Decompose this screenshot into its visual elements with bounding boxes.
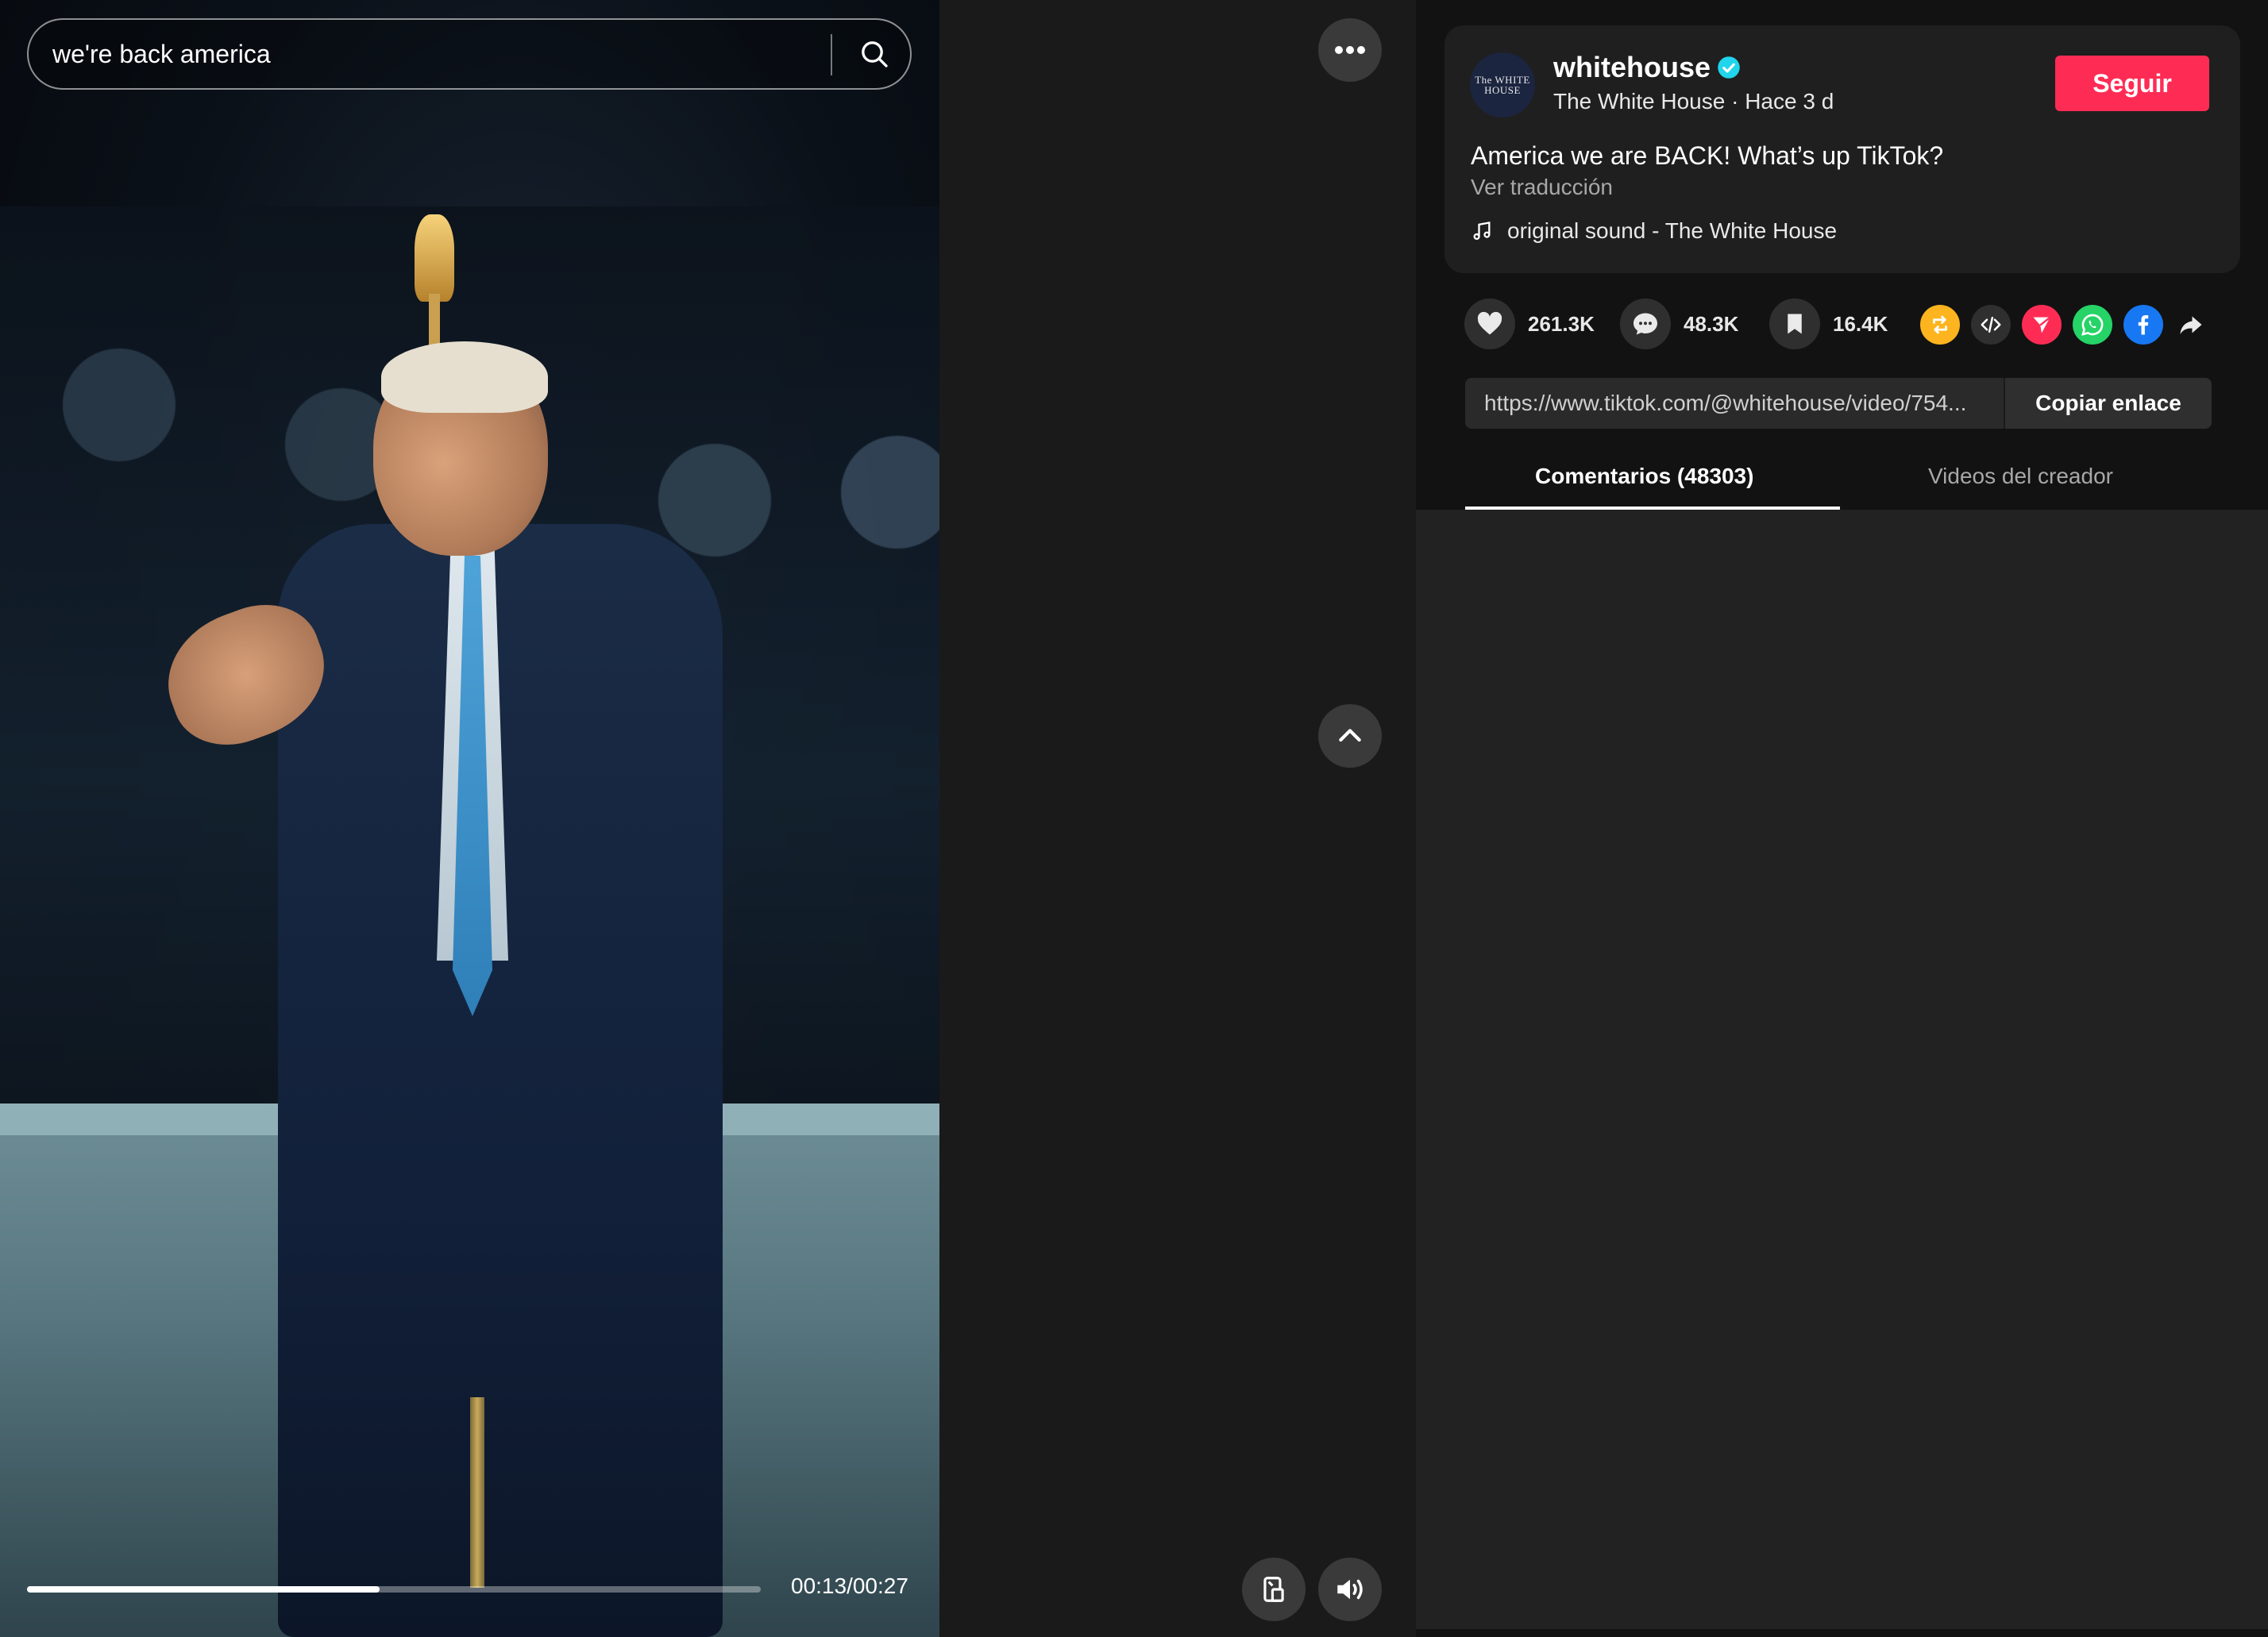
comments-list — [1416, 510, 2268, 1629]
sound-label: original sound - The White House — [1507, 218, 1838, 243]
embed-icon — [1981, 317, 2001, 333]
avatar-logo-text: The WHITE HOUSE — [1475, 74, 1530, 96]
save-count: 16.4K — [1833, 311, 1888, 336]
verified-icon — [1718, 56, 1740, 79]
avatar[interactable]: The WHITE HOUSE — [1470, 52, 1535, 117]
like-count: 261.3K — [1528, 311, 1595, 336]
more-button[interactable] — [1318, 18, 1382, 82]
search-icon — [862, 41, 888, 67]
music-note-icon — [1473, 221, 1491, 241]
middle-column — [939, 0, 1416, 1637]
video-subject — [149, 341, 754, 1637]
send-icon — [2033, 316, 2051, 333]
search-button[interactable] — [847, 26, 902, 82]
comment-icon — [1634, 313, 1657, 335]
copy-link-button[interactable]: Copiar enlace — [2004, 378, 2212, 429]
more-share-button[interactable] — [2171, 305, 2211, 345]
bookmark-icon — [1788, 314, 1802, 334]
repost-icon — [1933, 315, 1947, 334]
progress-fill — [27, 1586, 380, 1593]
share-link-box: https://www.tiktok.com/@whitehouse/video… — [1465, 378, 2212, 429]
mini-player-icon — [1263, 1577, 1284, 1602]
sound-link[interactable]: original sound - The White House — [1471, 218, 1837, 244]
save-stat[interactable]: 16.4K — [1769, 299, 1888, 349]
previous-video-button[interactable] — [1318, 704, 1382, 768]
progress-bar[interactable] — [27, 1586, 761, 1593]
author-subline: The White House · Hace 3 d — [1553, 89, 1834, 114]
post-caption: America we are BACK! What’s up TikTok? — [1471, 141, 1944, 170]
tab-comments[interactable]: Comentarios (48303) — [1535, 464, 1753, 489]
heart-icon — [1477, 311, 1502, 335]
search-divider — [831, 34, 832, 75]
search-input[interactable] — [52, 20, 815, 88]
username[interactable]: whitehouse — [1553, 51, 1711, 84]
whatsapp-icon — [2081, 314, 2104, 336]
facebook-share-button[interactable] — [2123, 305, 2163, 345]
more-icon — [1335, 46, 1365, 54]
tab-bar: Comentarios (48303) Videos del creador — [1416, 445, 2268, 511]
video-pole — [470, 1397, 484, 1588]
time-display: 00:13/00:27 — [791, 1573, 908, 1598]
video-torch — [415, 214, 454, 302]
chevron-up-icon — [1339, 729, 1361, 742]
repost-button[interactable] — [1920, 305, 1960, 345]
share-link-text[interactable]: https://www.tiktok.com/@whitehouse/video… — [1484, 378, 1992, 429]
volume-icon — [1337, 1579, 1363, 1600]
search-bar — [27, 18, 912, 90]
comment-button[interactable] — [1620, 299, 1671, 349]
like-stat[interactable]: 261.3K — [1464, 299, 1595, 349]
share-arrow-icon — [2180, 316, 2202, 334]
embed-button[interactable] — [1971, 305, 2011, 345]
save-button[interactable] — [1769, 299, 1820, 349]
like-button[interactable] — [1464, 299, 1515, 349]
follow-button[interactable]: Seguir — [2055, 56, 2209, 111]
mini-player-button[interactable] — [1242, 1558, 1306, 1621]
facebook-icon — [2138, 315, 2149, 335]
tab-creator-videos[interactable]: Videos del creador — [1928, 464, 2113, 489]
comment-count: 48.3K — [1684, 311, 1739, 336]
volume-button[interactable] — [1318, 1558, 1382, 1621]
send-to-friends-button[interactable] — [2022, 305, 2062, 345]
comment-stat[interactable]: 48.3K — [1620, 299, 1738, 349]
whatsapp-share-button[interactable] — [2073, 305, 2112, 345]
video-subject-suit — [278, 524, 723, 1637]
see-translation-link[interactable]: Ver traducción — [1471, 175, 1613, 200]
video-subject-hair — [381, 341, 548, 413]
video-player[interactable]: 00:13/00:27 — [0, 0, 939, 1637]
